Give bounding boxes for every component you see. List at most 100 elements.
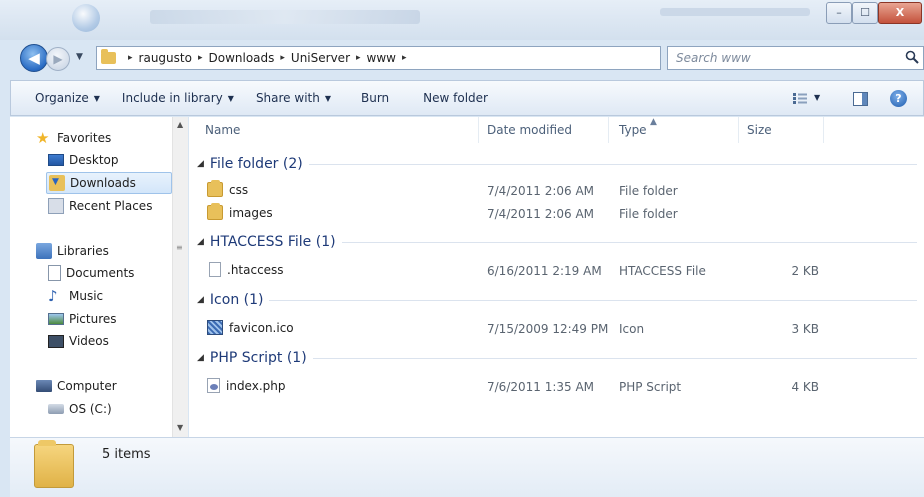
- help-icon[interactable]: ?: [890, 90, 907, 107]
- music-icon: ♪: [48, 287, 58, 305]
- preview-pane-icon[interactable]: [853, 92, 868, 106]
- address-row: ◀ ▶ ▼ ▸ raugusto ▸ Downloads ▸ UniServer…: [0, 40, 924, 78]
- include-in-library-button[interactable]: Include in library ▼: [122, 91, 234, 105]
- nav-label: Downloads: [70, 176, 136, 190]
- file-name: index.php: [226, 378, 286, 393]
- group-label: File folder (2): [209, 156, 303, 172]
- nav-label: Music: [69, 289, 104, 303]
- file-size: 2 KB: [791, 264, 819, 278]
- chevron-down-icon[interactable]: ▼: [814, 93, 820, 102]
- scroll-grip-icon[interactable]: ≡: [176, 243, 185, 253]
- nav-recent-places[interactable]: Recent Places: [48, 195, 152, 217]
- search-box[interactable]: [667, 46, 924, 70]
- minimize-button[interactable]: –: [826, 2, 852, 24]
- file-type: File folder: [619, 207, 678, 221]
- file-row[interactable]: favicon.ico 7/15/2009 12:49 PM Icon 3 KB: [189, 317, 924, 339]
- group-label: Icon (1): [209, 292, 264, 308]
- nav-scrollbar[interactable]: ▲ ≡ ▼: [172, 117, 188, 437]
- file-row[interactable]: images 7/4/2011 2:06 AM File folder: [189, 202, 924, 224]
- title-bar[interactable]: – ☐ X: [0, 0, 924, 40]
- group-label: PHP Script (1): [209, 350, 307, 366]
- breadcrumb-separator[interactable]: ▸: [198, 53, 203, 63]
- group-divider: [341, 241, 917, 243]
- file-date: 7/6/2011 1:35 AM: [487, 380, 595, 394]
- folder-icon: [34, 440, 74, 488]
- breadcrumb-www[interactable]: www: [367, 51, 396, 65]
- collapse-icon[interactable]: ◢: [197, 159, 204, 169]
- group-header[interactable]: ◢ File folder (2): [197, 153, 917, 175]
- nav-label: Computer: [57, 379, 117, 393]
- group-header[interactable]: ◢ HTACCESS File (1): [197, 231, 917, 253]
- new-folder-button[interactable]: New folder: [423, 91, 488, 105]
- change-view-icon[interactable]: [793, 93, 807, 104]
- share-with-label: Share with: [255, 91, 320, 105]
- recent-pages-dropdown[interactable]: ▼: [76, 52, 88, 64]
- breadcrumb-separator[interactable]: ▸: [356, 53, 361, 63]
- maximize-button[interactable]: ☐: [852, 2, 878, 24]
- breadcrumb-separator[interactable]: ▸: [280, 53, 285, 63]
- command-bar: Organize ▼ Include in library ▼ Share wi…: [10, 80, 924, 116]
- file-row[interactable]: index.php 7/6/2011 1:35 AM PHP Script 4 …: [189, 375, 924, 397]
- nav-favorites[interactable]: ★ Favorites: [36, 127, 111, 149]
- explorer-window: – ☐ X ◀ ▶ ▼ ▸ raugusto ▸ Downloads ▸ Uni…: [0, 0, 924, 497]
- group-divider: [312, 357, 917, 359]
- nav-pictures[interactable]: Pictures: [48, 308, 117, 330]
- title-path-blurred: [150, 10, 420, 24]
- title-bar-blur: [660, 8, 810, 16]
- collapse-icon[interactable]: ◢: [197, 237, 204, 247]
- breadcrumb-raugusto[interactable]: raugusto: [139, 51, 192, 65]
- column-label: Type: [619, 123, 647, 137]
- file-row[interactable]: .htaccess 6/16/2011 2:19 AM HTACCESS Fil…: [189, 259, 924, 281]
- search-icon[interactable]: [905, 50, 919, 64]
- nav-computer[interactable]: Computer: [36, 375, 117, 397]
- column-header-size[interactable]: Size: [739, 117, 824, 143]
- documents-icon: [48, 265, 61, 281]
- nav-desktop[interactable]: Desktop: [48, 149, 119, 171]
- sort-ascending-icon: ▲: [650, 117, 657, 127]
- computer-icon: [36, 380, 52, 392]
- organize-button[interactable]: Organize ▼: [35, 91, 100, 105]
- downloads-icon: [49, 175, 65, 191]
- burn-button[interactable]: Burn: [361, 91, 389, 105]
- folder-icon: [101, 49, 116, 64]
- address-bar[interactable]: ▸ raugusto ▸ Downloads ▸ UniServer ▸ www…: [96, 46, 749, 70]
- php-file-icon: [207, 378, 220, 393]
- file-row[interactable]: css 7/4/2011 2:06 AM File folder: [189, 179, 924, 201]
- nav-videos[interactable]: Videos: [48, 330, 109, 352]
- back-arrow-icon: ◀: [28, 49, 40, 67]
- collapse-icon[interactable]: ◢: [197, 353, 204, 363]
- collapse-icon[interactable]: ◢: [197, 295, 204, 305]
- file-name: images: [229, 205, 273, 220]
- nav-music[interactable]: ♪ Music: [48, 285, 103, 307]
- nav-downloads[interactable]: Downloads: [46, 172, 172, 194]
- breadcrumb-uniserver[interactable]: UniServer: [291, 51, 350, 65]
- nav-label: Pictures: [69, 312, 117, 326]
- scroll-down-icon[interactable]: ▼: [177, 423, 183, 432]
- group-header[interactable]: ◢ PHP Script (1): [197, 347, 917, 369]
- search-input[interactable]: [668, 47, 888, 69]
- nav-documents[interactable]: Documents: [48, 262, 134, 284]
- forward-button[interactable]: ▶: [46, 47, 70, 71]
- back-button[interactable]: ◀: [20, 44, 48, 72]
- star-icon: ★: [36, 129, 50, 147]
- close-button[interactable]: X: [878, 2, 922, 24]
- column-header-date-modified[interactable]: Date modified: [479, 117, 609, 143]
- breadcrumb-downloads[interactable]: Downloads: [208, 51, 274, 65]
- recent-places-icon: [48, 198, 64, 214]
- file-date: 7/15/2009 12:49 PM: [487, 322, 609, 336]
- share-with-button[interactable]: Share with ▼: [256, 91, 331, 105]
- column-header-name[interactable]: Name: [189, 117, 479, 143]
- folder-icon: [207, 180, 223, 197]
- breadcrumb-separator[interactable]: ▸: [128, 53, 133, 63]
- file-name: favicon.ico: [229, 320, 294, 335]
- include-in-library-label: Include in library: [121, 91, 223, 105]
- breadcrumb-separator[interactable]: ▸: [402, 53, 407, 63]
- group-header[interactable]: ◢ Icon (1): [197, 289, 917, 311]
- group-divider: [269, 299, 917, 301]
- nav-os-drive[interactable]: OS (C:): [48, 398, 112, 420]
- nav-label: Recent Places: [69, 199, 153, 213]
- nav-libraries[interactable]: Libraries: [36, 240, 109, 262]
- scroll-up-icon[interactable]: ▲: [177, 120, 183, 129]
- file-size: 3 KB: [791, 322, 819, 336]
- column-header-type[interactable]: Type: [609, 117, 739, 143]
